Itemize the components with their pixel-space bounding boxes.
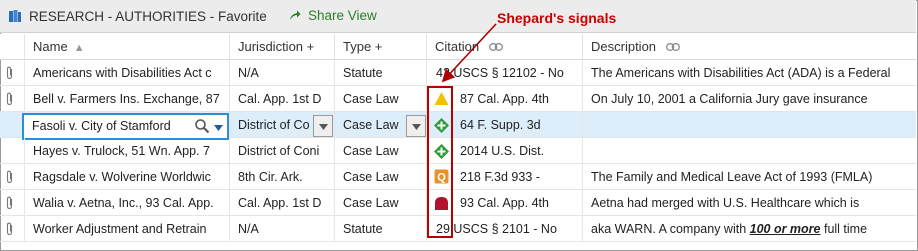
chevron-down-icon[interactable]	[214, 125, 223, 131]
row-name[interactable]: Americans with Disabilities Act c	[33, 60, 223, 86]
row-jurisdiction[interactable]: District of Co	[238, 112, 310, 138]
row-description: The Americans with Disabilities Act (ADA…	[591, 66, 891, 80]
table-row[interactable]: Hayes v. Trulock, 51 Wn. App. 7 District…	[0, 138, 916, 164]
row-citation[interactable]: 218 F.3d 933 -	[460, 164, 580, 190]
row-name[interactable]: Ragsdale v. Wolverine Worldwic	[33, 164, 223, 190]
row-type: Statute	[343, 66, 383, 80]
table-row[interactable]: Walia v. Aetna, Inc., 93 Cal. App. Cal. …	[0, 190, 916, 216]
row-description	[591, 112, 913, 138]
row-description: aka WARN. A company with 100 or more ful…	[591, 222, 868, 236]
jurisdiction-dropdown-button[interactable]	[313, 115, 333, 137]
view-title: RESEARCH - AUTHORITIES - Favorite	[29, 9, 267, 24]
row-name[interactable]: Hayes v. Trulock, 51 Wn. App. 7	[33, 138, 223, 164]
column-header-name[interactable]: Name ▲	[24, 34, 229, 60]
row-jurisdiction: N/A	[238, 66, 259, 80]
shepards-signals-highlight	[427, 86, 453, 238]
row-description: Aetna had merged with U.S. Healthcare wh…	[591, 196, 860, 210]
row-type: Statute	[343, 222, 383, 236]
sort-ascending-icon: ▲	[73, 42, 85, 54]
books-icon	[9, 10, 21, 22]
row-citation[interactable]: 87 Cal. App. 4th	[460, 86, 580, 112]
chevron-down-icon	[319, 124, 328, 130]
paperclip-icon[interactable]	[5, 222, 15, 236]
row-type: Case Law	[343, 92, 399, 106]
paperclip-icon[interactable]	[5, 170, 15, 184]
row-name[interactable]: Walia v. Aetna, Inc., 93 Cal. App.	[33, 190, 223, 216]
table-row[interactable]: Americans with Disabilities Act c N/A St…	[0, 60, 916, 86]
row-jurisdiction: District of Coni	[238, 144, 320, 158]
row-citation[interactable]: 93 Cal. App. 4th	[460, 190, 580, 216]
row-type: Case Law	[343, 170, 399, 184]
chevron-down-icon	[412, 124, 421, 130]
row-type: Case Law	[343, 144, 399, 158]
row-name[interactable]: Worker Adjustment and Retrain	[33, 216, 223, 242]
row-jurisdiction: 8th Cir. Ark.	[238, 170, 303, 184]
table-row[interactable]: Ragsdale v. Wolverine Worldwic 8th Cir. …	[0, 164, 916, 190]
row-description	[591, 138, 913, 164]
column-header-description[interactable]: Description	[582, 34, 916, 60]
row-type: Case Law	[343, 196, 399, 210]
share-icon	[290, 10, 301, 20]
name-edit-value[interactable]: Fasoli v. City of Stamford	[32, 119, 171, 133]
shepards-signals-callout: Shepard's signals	[497, 10, 617, 26]
row-description: The Family and Medical Leave Act of 1993…	[591, 170, 873, 184]
column-header-row: Name ▲ Jurisdiction + Type + Citation Des…	[0, 34, 916, 60]
type-dropdown-button[interactable]	[406, 115, 426, 137]
column-header-jurisdiction[interactable]: Jurisdiction +	[229, 34, 334, 60]
row-jurisdiction: Cal. App. 1st D	[238, 196, 322, 210]
table-row[interactable]: Bell v. Farmers Ins. Exchange, 87 Cal. A…	[0, 86, 916, 112]
table-row[interactable]: Worker Adjustment and Retrain N/A Statut…	[0, 216, 916, 242]
view-toolbar: RESEARCH - AUTHORITIES - Favorite Share …	[0, 0, 916, 33]
paperclip-icon[interactable]	[5, 92, 15, 106]
share-view-button[interactable]: Share View	[288, 8, 377, 23]
column-header-type[interactable]: Type +	[334, 34, 426, 60]
row-name[interactable]: Bell v. Farmers Ins. Exchange, 87	[33, 86, 223, 112]
row-citation[interactable]: 2014 U.S. Dist.	[460, 138, 580, 164]
row-description: On July 10, 2001 a California Jury gave …	[591, 92, 868, 106]
description-emphasis: 100 or more	[749, 222, 821, 236]
column-header-citation[interactable]: Citation	[426, 34, 582, 60]
link-icon	[488, 43, 503, 51]
row-citation[interactable]: 42 USCS § 12102 - No	[436, 60, 580, 86]
row-type[interactable]: Case Law	[343, 112, 403, 138]
row-citation[interactable]: 29 USCS § 2101 - No	[436, 216, 580, 242]
link-icon	[665, 43, 680, 51]
row-jurisdiction: Cal. App. 1st D	[238, 92, 322, 106]
paperclip-icon[interactable]	[5, 196, 15, 210]
row-citation[interactable]: 64 F. Supp. 3d	[460, 112, 580, 138]
row-jurisdiction: N/A	[238, 222, 259, 236]
share-view-label: Share View	[308, 8, 377, 23]
paperclip-icon[interactable]	[5, 66, 15, 80]
name-edit-field[interactable]: Fasoli v. City of Stamford	[22, 113, 229, 140]
search-icon[interactable]	[194, 118, 210, 134]
